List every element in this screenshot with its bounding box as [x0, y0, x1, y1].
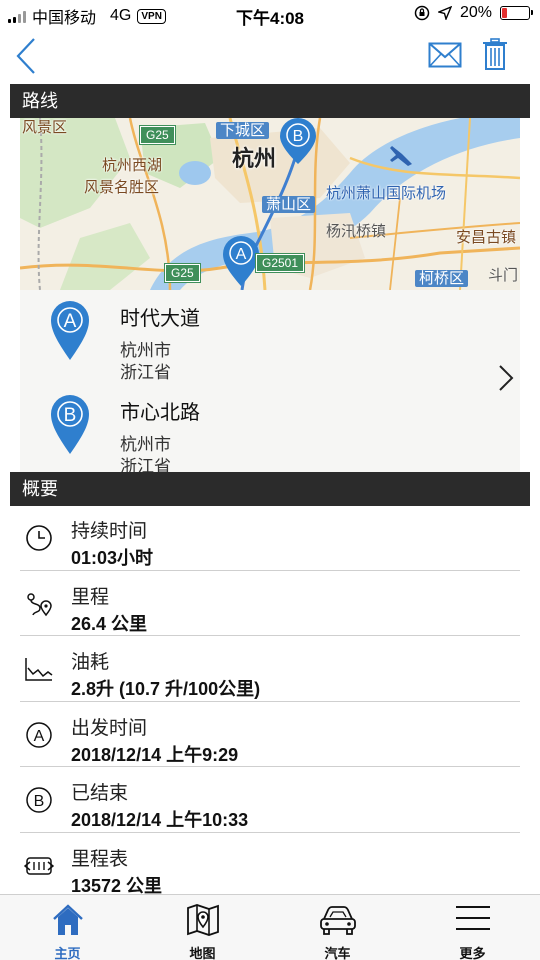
- route-stops-panel[interactable]: A 时代大道 杭州市 浙江省 B 市心北路 杭州市 浙江省: [20, 290, 520, 472]
- delete-button[interactable]: [483, 38, 507, 70]
- stop-name: 市心北路: [120, 402, 200, 424]
- marker-a-icon: A: [26, 721, 52, 748]
- tab-car[interactable]: 汽车: [270, 895, 405, 960]
- summary-value: 2018/12/14 上午9:29: [71, 744, 239, 765]
- summary-row-start-time: A 出发时间 2018/12/14 上午9:29: [20, 702, 520, 767]
- summary-value: 2.8升 (10.7 升/100公里): [71, 679, 261, 699]
- tab-home[interactable]: 主页: [0, 895, 135, 960]
- route-stop-start: A 时代大道 杭州市 浙江省: [20, 300, 460, 382]
- summary-section-header: 概要: [10, 472, 530, 506]
- tab-label: 主页: [54, 946, 81, 960]
- svg-text:A: A: [34, 728, 45, 745]
- map-label: 安昌古镇: [456, 229, 517, 246]
- tab-map[interactable]: 地图: [135, 895, 270, 960]
- summary-row-fuel: 油耗 2.8升 (10.7 升/100公里): [20, 636, 520, 702]
- mail-icon: [428, 42, 462, 68]
- map-label: 杨汛桥镇: [326, 223, 387, 240]
- battery-icon: [500, 6, 533, 20]
- summary-value: 26.4 公里: [71, 613, 148, 634]
- highway-shield: G2501: [254, 253, 306, 273]
- summary-label: 持续时间: [71, 521, 148, 542]
- summary-label: 出发时间: [71, 717, 148, 739]
- highway-shield: G25: [164, 263, 201, 283]
- map-label: 风景名胜区: [84, 179, 160, 196]
- tab-label: 地图: [189, 946, 216, 960]
- stop-name: 时代大道: [120, 308, 200, 330]
- map-label: 柯桥区: [415, 270, 469, 287]
- map-label: 下城区: [216, 122, 270, 139]
- email-button[interactable]: [428, 42, 462, 68]
- summary-label: 里程表: [71, 848, 129, 870]
- chevron-right-icon[interactable]: [498, 364, 514, 392]
- summary-row-distance: 里程 26.4 公里: [20, 571, 520, 636]
- svg-text:B: B: [34, 793, 45, 810]
- svg-text:A: A: [236, 246, 247, 263]
- summary-value: 01:03小时: [71, 548, 154, 568]
- map-label: 风景区: [22, 119, 68, 136]
- trash-icon: [483, 38, 507, 70]
- home-icon: [52, 904, 83, 935]
- svg-text:A: A: [64, 311, 77, 332]
- route-map[interactable]: B A 风景区 G25 下城区 杭州西湖 风景名胜区 杭州 萧山区 杭州萧山国际…: [20, 118, 520, 290]
- marker-a-icon: A: [51, 301, 89, 360]
- tab-bar: 主页 地图 汽车 更多: [0, 894, 540, 960]
- highway-shield: G25: [139, 125, 176, 145]
- map-label: 杭州: [232, 146, 277, 171]
- route-section-header: 路线: [10, 84, 530, 118]
- battery-fill: [502, 8, 507, 18]
- svg-text:B: B: [293, 128, 304, 145]
- back-button[interactable]: [12, 36, 42, 76]
- route-distance-icon: [27, 592, 52, 616]
- route-stop-end: B 市心北路 杭州市 浙江省: [20, 394, 460, 472]
- status-right: 20%: [414, 4, 533, 22]
- clock-icon: [26, 525, 52, 551]
- car-icon: [319, 906, 356, 935]
- location-arrow-icon: [437, 6, 452, 20]
- summary-row-odometer: 里程表 13572 公里: [20, 833, 520, 899]
- nav-bar: [0, 28, 540, 84]
- stop-province: 浙江省: [120, 363, 171, 382]
- map-label: 杭州西湖: [102, 157, 163, 174]
- battery-percent: 20%: [459, 4, 492, 21]
- tab-label: 汽车: [324, 946, 351, 960]
- summary-row-end-time: B 已结束 2018/12/14 上午10:33: [20, 767, 520, 833]
- summary-list: 持续时间 01:03小时 里程 26.4 公里 油耗 2.8升 (10.7 升/…: [20, 505, 520, 898]
- summary-label: 里程: [71, 586, 110, 608]
- status-bar: 中国移动 4G VPN 下午4:08 20%: [0, 0, 540, 28]
- summary-row-duration: 持续时间 01:03小时: [20, 505, 520, 571]
- odometer-icon: [24, 856, 54, 875]
- summary-value: 2018/12/14 上午10:33: [71, 810, 249, 830]
- marker-b-icon: B: [51, 395, 89, 454]
- marker-b-icon: B: [26, 787, 52, 813]
- tab-more[interactable]: 更多: [405, 895, 540, 960]
- tab-label: 更多: [459, 946, 486, 960]
- fuel-chart-icon: [25, 658, 53, 681]
- svg-text:B: B: [64, 405, 77, 426]
- map-label: 萧山区: [262, 196, 316, 213]
- summary-label: 油耗: [71, 652, 110, 673]
- map-label: 斗门: [488, 267, 519, 284]
- chevron-left-icon: [16, 38, 35, 74]
- stop-province: 浙江省: [120, 457, 171, 472]
- menu-icon: [455, 906, 490, 930]
- summary-label: 已结束: [71, 783, 129, 804]
- orientation-lock-icon: [414, 5, 430, 21]
- map-label: 杭州萧山国际机场: [326, 185, 447, 202]
- map-icon: [186, 904, 219, 936]
